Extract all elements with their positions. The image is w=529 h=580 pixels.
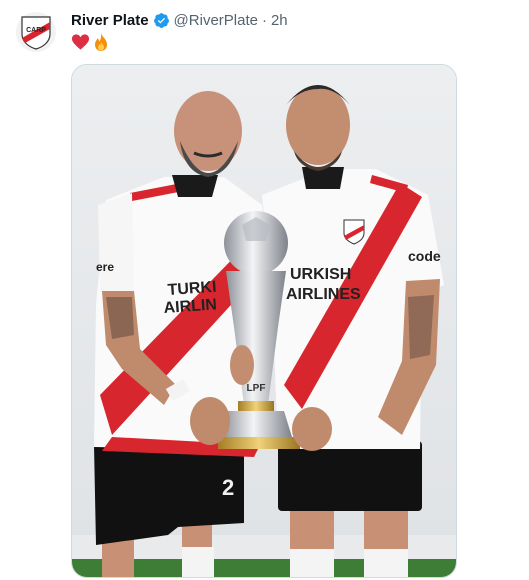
players-with-trophy-photo: TURKI AIRLIN ere 2 URKISH AIRLINES code … <box>72 65 456 577</box>
tweet-photo[interactable]: TURKI AIRLIN ere 2 URKISH AIRLINES code … <box>71 64 457 578</box>
shorts-number: 2 <box>222 475 234 500</box>
svg-text:code: code <box>408 248 441 264</box>
tweet-card[interactable]: CARP River Plate @RiverPlate · 2h TURKI … <box>0 0 529 580</box>
tweet-timestamp[interactable]: 2h <box>271 12 288 29</box>
author-handle[interactable]: @RiverPlate <box>174 12 258 29</box>
svg-text:ere: ere <box>96 260 114 274</box>
svg-text:CARP: CARP <box>26 27 46 34</box>
fire-emoji-icon <box>95 33 107 51</box>
svg-text:AIRLINES: AIRLINES <box>286 286 361 303</box>
tweet-text <box>71 32 110 52</box>
river-plate-crest-icon: CARP <box>21 16 51 50</box>
author-name[interactable]: River Plate <box>71 12 149 29</box>
separator-dot: · <box>261 11 267 29</box>
trophy-label: LPF <box>247 383 266 394</box>
profile-avatar[interactable]: CARP <box>16 12 56 52</box>
svg-text:URKISH: URKISH <box>290 266 351 283</box>
tweet-header: River Plate @RiverPlate · 2h <box>71 10 288 30</box>
heart-emoji-icon <box>71 34 90 50</box>
verified-badge-icon <box>153 12 169 28</box>
